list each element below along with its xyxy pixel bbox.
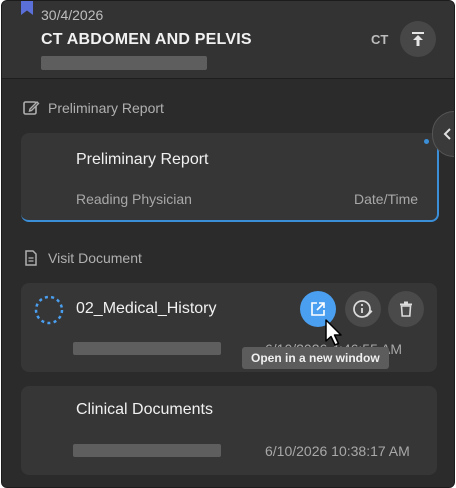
redacted-text [73,342,221,355]
visit-section-header: Visit Document [22,249,142,267]
upload-button[interactable] [400,21,436,57]
study-date: 30/4/2026 [41,7,104,23]
study-panel: 30/4/2026 CT ABDOMEN AND PELVIS CT Preli… [1,0,455,488]
chevron-left-icon [443,128,451,140]
preliminary-section-header: Preliminary Report [22,99,164,117]
unread-indicator [424,139,429,144]
info-edit-icon [353,300,373,318]
document-icon [25,250,37,266]
preliminary-card-title: Preliminary Report [76,151,209,168]
redacted-text [41,56,207,70]
mouse-cursor-icon [325,319,342,346]
bookmark-icon[interactable] [21,1,33,15]
date-time-label: Date/Time [354,191,419,207]
document-title: Clinical Documents [76,401,213,418]
delete-document-button[interactable] [388,291,424,327]
upload-icon [412,32,424,46]
edit-note-icon [23,101,40,115]
open-window-tooltip: Open in a new window [242,347,389,369]
open-external-icon [311,302,325,316]
trash-icon [400,301,412,317]
visit-section-label: Visit Document [48,250,142,266]
document-timestamp: 6/10/2026 10:38:17 AM [265,443,410,459]
reading-physician-label: Reading Physician [76,191,192,207]
loading-spinner-icon [34,295,64,325]
document-info-button[interactable] [345,291,381,327]
clinical-documents-card[interactable]: Clinical Documents 6/10/2026 10:38:17 AM [21,386,437,475]
redacted-text [73,444,221,457]
study-header: 30/4/2026 CT ABDOMEN AND PELVIS CT [2,1,454,79]
modality-label: CT [371,32,389,47]
preliminary-section-label: Preliminary Report [48,100,164,116]
preliminary-report-card[interactable]: Preliminary Report Reading Physician Dat… [21,133,439,222]
document-title: 02_Medical_History [76,300,217,317]
study-title: CT ABDOMEN AND PELVIS [41,31,252,48]
